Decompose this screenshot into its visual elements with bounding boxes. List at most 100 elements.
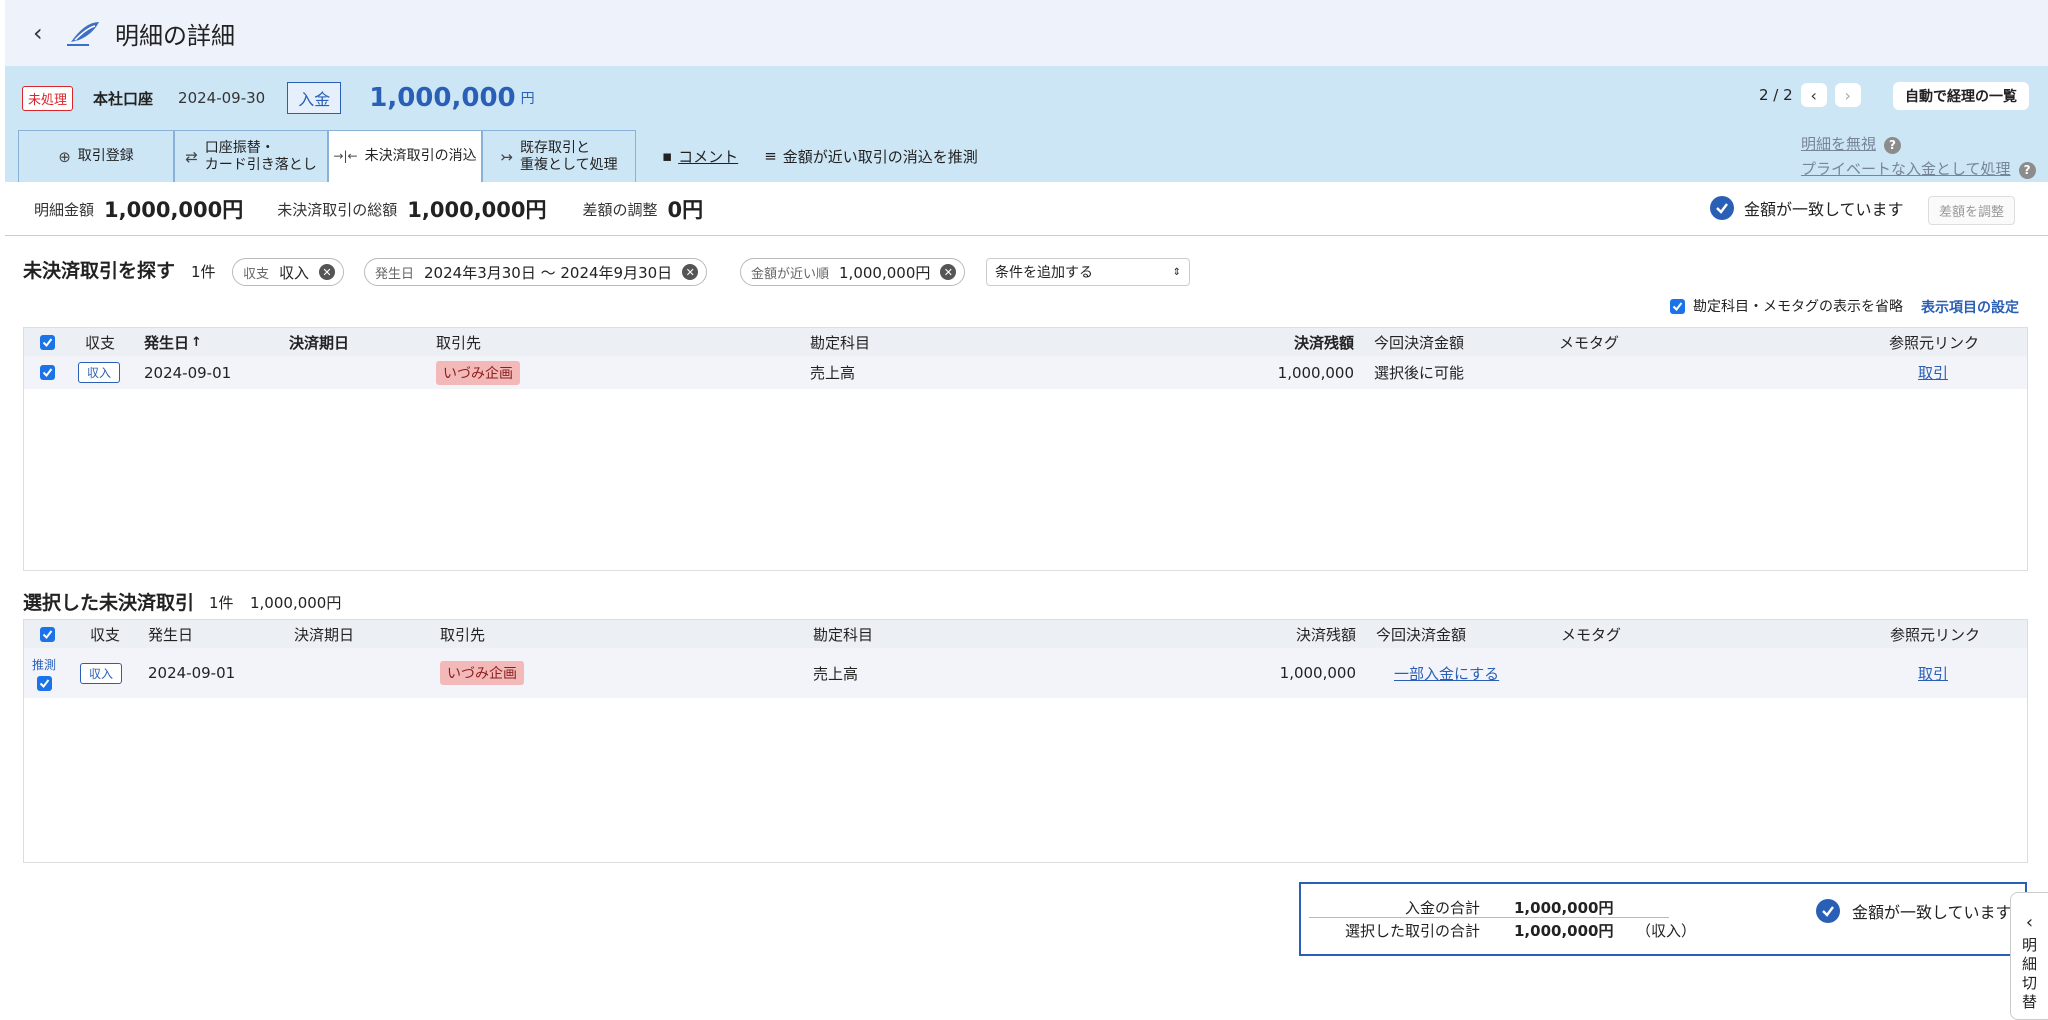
select-all-checkbox[interactable] <box>40 328 55 356</box>
statement-summary: 未処理 本社口座 2024-09-30 入金 1,000,000 円 2 / 2… <box>5 66 2048 182</box>
row-account: 売上高 <box>810 364 856 382</box>
filter-chip-date[interactable]: 発生日 2024年3月30日 〜 2024年9月30日 ✕ <box>364 258 708 286</box>
ignore-link[interactable]: 明細を無視 <box>1801 135 1876 153</box>
row-account: 売上高 <box>813 664 859 683</box>
search-table: 収支 発生日 ↑ 決済期日 取引先 勘定科目 決済残額 今回決済金額 メモタグ 参… <box>23 327 2028 571</box>
chip-key: 発生日 <box>375 266 415 282</box>
summary-box: 入金の合計 1,000,000円 選択した取引の合計 1,000,000円 （収… <box>1299 882 2027 956</box>
col-ref: 参照元リンク <box>1889 333 1980 352</box>
chip-value: 収入 <box>279 263 310 282</box>
comment-tab[interactable]: ▪ コメント <box>636 130 738 182</box>
statement-date: 2024-09-30 <box>178 89 266 107</box>
row-date: 2024-09-01 <box>148 664 236 682</box>
row-this-time: 選択後に可能 <box>1374 364 1465 382</box>
pager: 2 / 2 ‹ › <box>1759 83 1861 107</box>
switch-char: 替 <box>2021 993 2037 1011</box>
list-check-icon: ≡ <box>764 147 777 165</box>
selected-sum: 1,000,000円 <box>250 594 342 612</box>
remove-filter-icon[interactable]: ✕ <box>682 264 699 280</box>
switch-char: 切 <box>2021 974 2037 992</box>
ref-link[interactable]: 取引 <box>1918 356 1948 389</box>
chevron-left-icon: ‹ <box>2025 912 2034 933</box>
selected-sum-note: （収入） <box>1636 922 1697 940</box>
col-account: 勘定科目 <box>813 625 874 644</box>
col-memo: メモタグ <box>1559 333 1620 352</box>
selected-table: 収支 発生日 決済期日 取引先 勘定科目 決済残額 今回決済金額 メモタグ 参照… <box>23 619 2028 863</box>
filter-chip-amount[interactable]: 金額が近い順 1,000,000円 ✕ <box>740 258 966 286</box>
logo-icon <box>67 22 99 46</box>
selected-sum-value: 1,000,000円 <box>1514 922 1614 940</box>
col-due[interactable]: 決済期日 <box>289 328 349 356</box>
deposit-sum-value: 1,000,000円 <box>1514 899 1614 917</box>
auto-list-button[interactable]: 自動で経理の一覧 <box>1893 82 2029 110</box>
private-link[interactable]: プライベートな入金として処理 <box>1801 160 2011 178</box>
comment-icon: ▪ <box>662 147 673 165</box>
action-tabs: ⊕ 取引登録 ⇄ 口座振替・ カード引き落とし →|← 未決済取引の消込 ↣ 既… <box>18 130 978 182</box>
omit-toggle[interactable]: 勘定科目・メモタグの表示を省略 <box>1670 296 1903 316</box>
filter-chip-kind[interactable]: 収支 収入 ✕ <box>232 258 345 286</box>
add-condition-select[interactable]: 条件を追加する ⇕ <box>986 258 1190 286</box>
col-date[interactable]: 発生日 ↑ <box>144 328 202 356</box>
next-page-button[interactable]: › <box>1834 83 1861 107</box>
account-name: 本社口座 <box>93 89 154 108</box>
row-date: 2024-09-01 <box>144 363 232 382</box>
unsettled-total-value: 1,000,000円 <box>407 198 547 222</box>
divider <box>5 235 2048 236</box>
col-partner: 取引先 <box>436 333 482 352</box>
partial-deposit-link[interactable]: 一部入金にする <box>1394 648 1499 698</box>
match-status: 金額が一致しています <box>1710 196 1904 220</box>
add-condition-label: 条件を追加する <box>995 265 1093 281</box>
selected-title: 選択した未決済取引 <box>23 592 195 614</box>
column-settings-link[interactable]: 表示項目の設定 <box>1921 297 2019 317</box>
col-partner: 取引先 <box>440 625 486 644</box>
diff-label: 差額の調整 <box>582 200 658 219</box>
tab-duplicate[interactable]: ↣ 既存取引と 重複として処理 <box>482 130 636 182</box>
comment-label: コメント <box>678 147 739 166</box>
kind-badge: 収入 <box>80 648 123 698</box>
statement-total-label: 明細金額 <box>34 200 95 219</box>
search-count: 1件 <box>191 263 216 281</box>
checkbox[interactable] <box>1670 298 1685 314</box>
tab-label: 取引登録 <box>77 148 134 165</box>
ref-link[interactable]: 取引 <box>1918 648 1948 698</box>
help-icon[interactable]: ? <box>2018 162 2036 179</box>
chip-key: 金額が近い順 <box>751 266 830 282</box>
col-kind: 収支 <box>85 333 116 352</box>
guess-label: 金額が近い取引の消込を推測 <box>782 147 978 166</box>
table-header: 収支 発生日 決済期日 取引先 勘定科目 決済残額 今回決済金額 メモタグ 参照… <box>24 620 2027 648</box>
tab-transfer[interactable]: ⇄ 口座振替・ カード引き落とし <box>174 130 328 182</box>
guess-settle-tab[interactable]: ≡ 金額が近い取引の消込を推測 <box>738 130 978 182</box>
deposit-sum-label: 入金の合計 <box>1404 899 1480 917</box>
selected-count: 1件 <box>209 594 234 612</box>
sort-asc-icon: ↑ <box>191 334 202 350</box>
remove-filter-icon[interactable]: ✕ <box>940 264 957 280</box>
switch-char: 細 <box>2021 955 2037 973</box>
match-text: 金額が一致しています <box>1744 200 1904 219</box>
table-row[interactable]: 推測 収入 2024-09-01 いづみ企画 売上高 1,000,000 一部入… <box>24 648 2027 698</box>
tab-label: カード引き落とし <box>204 156 317 173</box>
row-balance: 1,000,000 <box>1279 664 1356 682</box>
select-all-checkbox[interactable] <box>40 620 55 648</box>
chip-value: 2024年3月30日 〜 2024年9月30日 <box>424 263 673 282</box>
col-balance[interactable]: 決済残額 <box>1204 328 1354 356</box>
table-row[interactable]: 収入 2024-09-01 いづみ企画 売上高 1,000,000 選択後に可能… <box>24 356 2027 389</box>
add-circle-icon: ⊕ <box>58 147 71 166</box>
bottom-match: 金額が一致しています <box>1816 899 2012 923</box>
prev-page-button[interactable]: ‹ <box>1800 83 1827 107</box>
statement-total-value: 1,000,000円 <box>104 198 244 222</box>
statement-switch-tab[interactable]: ‹ 明 細 切 替 <box>2010 892 2048 1020</box>
adjust-diff-button[interactable]: 差額を調整 <box>1928 196 2016 225</box>
tab-label: 未決済取引の消込 <box>364 148 477 165</box>
back-icon[interactable]: ‹ <box>33 21 49 45</box>
tab-label: 既存取引と <box>519 139 590 156</box>
partner-tag: いづみ企画 <box>440 648 524 698</box>
row-checkbox[interactable] <box>40 356 55 389</box>
col-this-time: 今回決済金額 <box>1376 625 1467 644</box>
row-checkbox[interactable] <box>36 675 52 691</box>
tab-register[interactable]: ⊕ 取引登録 <box>18 130 174 182</box>
remove-filter-icon[interactable]: ✕ <box>319 264 336 280</box>
tab-settle[interactable]: →|← 未決済取引の消込 <box>328 130 482 182</box>
status-badge: 未処理 <box>22 85 74 111</box>
col-due: 決済期日 <box>294 625 355 644</box>
help-icon[interactable]: ? <box>1884 137 1902 154</box>
